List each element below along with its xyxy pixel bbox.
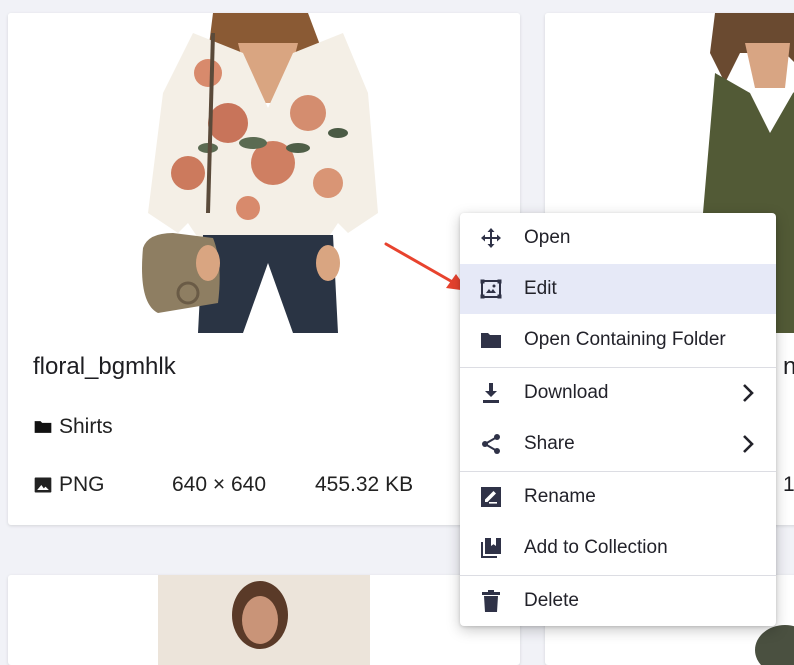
asset-folder-label: Shirts bbox=[59, 415, 113, 438]
menu-item-label: Add to Collection bbox=[524, 537, 668, 558]
menu-item-open[interactable]: Open bbox=[460, 213, 776, 263]
asset-meta: PNG 640 × 640 455.32 KB bbox=[33, 473, 513, 497]
menu-item-label: Open bbox=[524, 227, 571, 248]
asset-size: 455.32 KB bbox=[315, 473, 414, 496]
menu-item-label: Delete bbox=[524, 590, 579, 611]
menu-item-download[interactable]: Download bbox=[460, 368, 776, 418]
asset-folder[interactable]: Shirts bbox=[33, 415, 113, 439]
image-edit-icon bbox=[480, 279, 502, 299]
folder-icon bbox=[481, 333, 501, 348]
share-icon bbox=[482, 434, 500, 454]
asset-name[interactable]: floral_bgmhlk bbox=[33, 353, 176, 381]
context-menu: Open Edit Open Containing Folder Downloa… bbox=[460, 213, 776, 626]
menu-item-label: Open Containing Folder bbox=[524, 329, 726, 350]
menu-item-delete[interactable]: Delete bbox=[460, 576, 776, 626]
menu-item-open-containing-folder[interactable]: Open Containing Folder bbox=[460, 315, 776, 365]
asset-size: 15 bbox=[783, 473, 794, 496]
asset-name[interactable]: nw bbox=[783, 353, 794, 381]
menu-item-label: Share bbox=[524, 433, 575, 454]
chevron-right-icon bbox=[743, 384, 754, 402]
menu-item-label: Edit bbox=[524, 278, 557, 299]
chevron-right-icon bbox=[743, 435, 754, 453]
collection-icon bbox=[481, 538, 501, 558]
folder-icon bbox=[34, 421, 52, 433]
trash-icon bbox=[482, 590, 500, 612]
asset-type: PNG bbox=[59, 473, 105, 496]
menu-item-edit[interactable]: Edit bbox=[460, 264, 776, 314]
menu-item-label: Rename bbox=[524, 486, 596, 507]
download-icon bbox=[483, 383, 499, 403]
menu-item-rename[interactable]: Rename bbox=[460, 472, 776, 522]
rename-pencil-icon bbox=[481, 487, 501, 507]
menu-item-add-to-collection[interactable]: Add to Collection bbox=[460, 523, 776, 573]
image-icon bbox=[34, 477, 52, 493]
menu-item-share[interactable]: Share bbox=[460, 419, 776, 469]
asset-thumbnail bbox=[158, 575, 370, 665]
move-arrows-icon bbox=[481, 228, 501, 248]
asset-card[interactable] bbox=[8, 575, 520, 665]
menu-item-label: Download bbox=[524, 382, 609, 403]
asset-dimensions: 640 × 640 bbox=[172, 473, 267, 496]
